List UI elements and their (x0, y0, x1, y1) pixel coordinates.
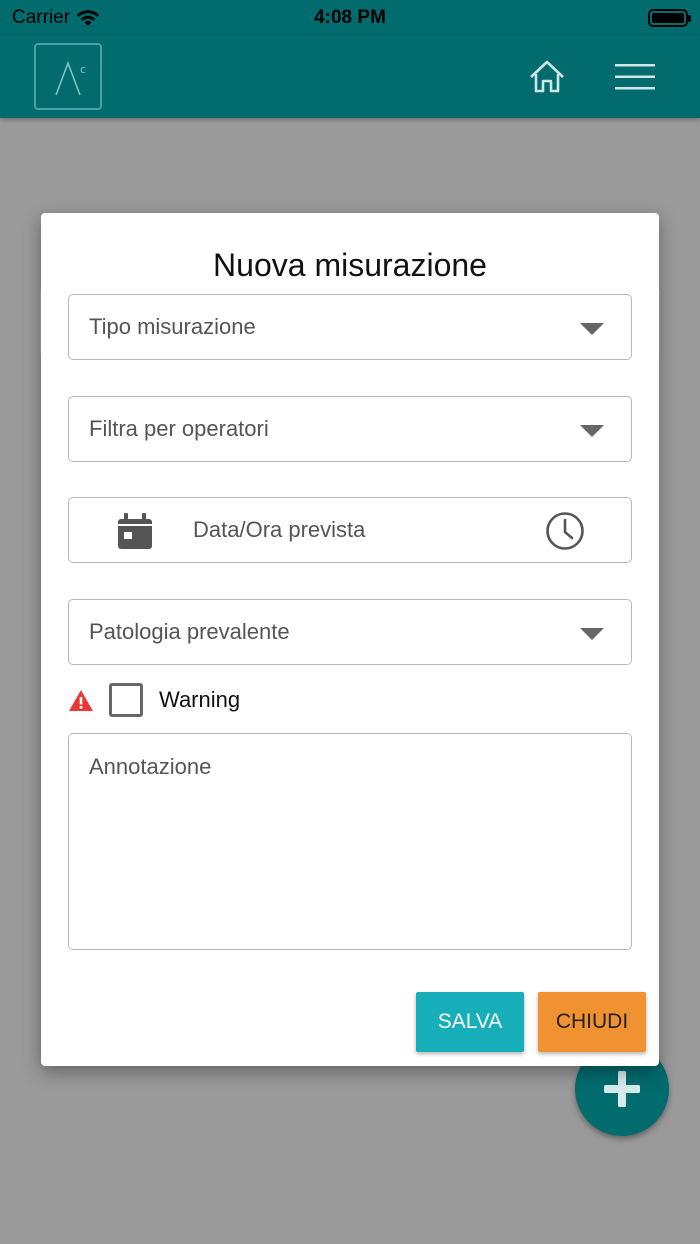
dropdown-caret-icon (580, 425, 604, 437)
app-bar: c (0, 36, 700, 118)
warning-label: Warning (159, 687, 241, 712)
dialog-title: Nuova misurazione (213, 247, 487, 283)
ac-logo-icon[interactable]: c (34, 43, 102, 110)
hamburger-menu-button[interactable] (612, 56, 658, 98)
filtra-operatori-select[interactable]: Filtra per operatori (68, 396, 632, 462)
battery-icon (648, 9, 691, 27)
svg-text:c: c (80, 63, 86, 76)
hamburger-menu-icon (615, 64, 655, 90)
status-time: 4:08 PM (314, 7, 386, 28)
status-bar: Carrier 4:08 PM (0, 0, 700, 36)
patologia-placeholder: Patologia prevalente (89, 619, 290, 644)
tipo-misurazione-select[interactable]: Tipo misurazione (68, 294, 632, 360)
home-icon (530, 60, 564, 93)
warning-checkbox[interactable] (109, 683, 143, 717)
dropdown-caret-icon (580, 323, 604, 335)
data-ora-placeholder: Data/Ora prevista (193, 517, 366, 542)
dropdown-caret-icon (580, 628, 604, 640)
save-button[interactable]: SALVA (416, 992, 524, 1052)
close-button[interactable]: CHIUDI (538, 992, 646, 1052)
warning-triangle-icon (69, 690, 93, 711)
tipo-misurazione-placeholder: Tipo misurazione (89, 314, 256, 339)
warning-row: Warning (68, 681, 368, 719)
new-measurement-dialog: Nuova misurazione Tipo misurazione Filtr… (41, 213, 659, 1066)
patologia-prevalente-select[interactable]: Patologia prevalente (68, 599, 632, 665)
home-button[interactable] (526, 56, 568, 98)
annotazione-textarea[interactable]: Annotazione (68, 733, 632, 950)
clock-icon[interactable] (545, 511, 585, 551)
plus-icon (604, 1071, 640, 1107)
annotazione-placeholder: Annotazione (89, 754, 212, 779)
data-ora-picker[interactable]: Data/Ora prevista (68, 497, 632, 563)
filtra-operatori-placeholder: Filtra per operatori (89, 416, 269, 441)
calendar-icon[interactable] (115, 511, 155, 551)
